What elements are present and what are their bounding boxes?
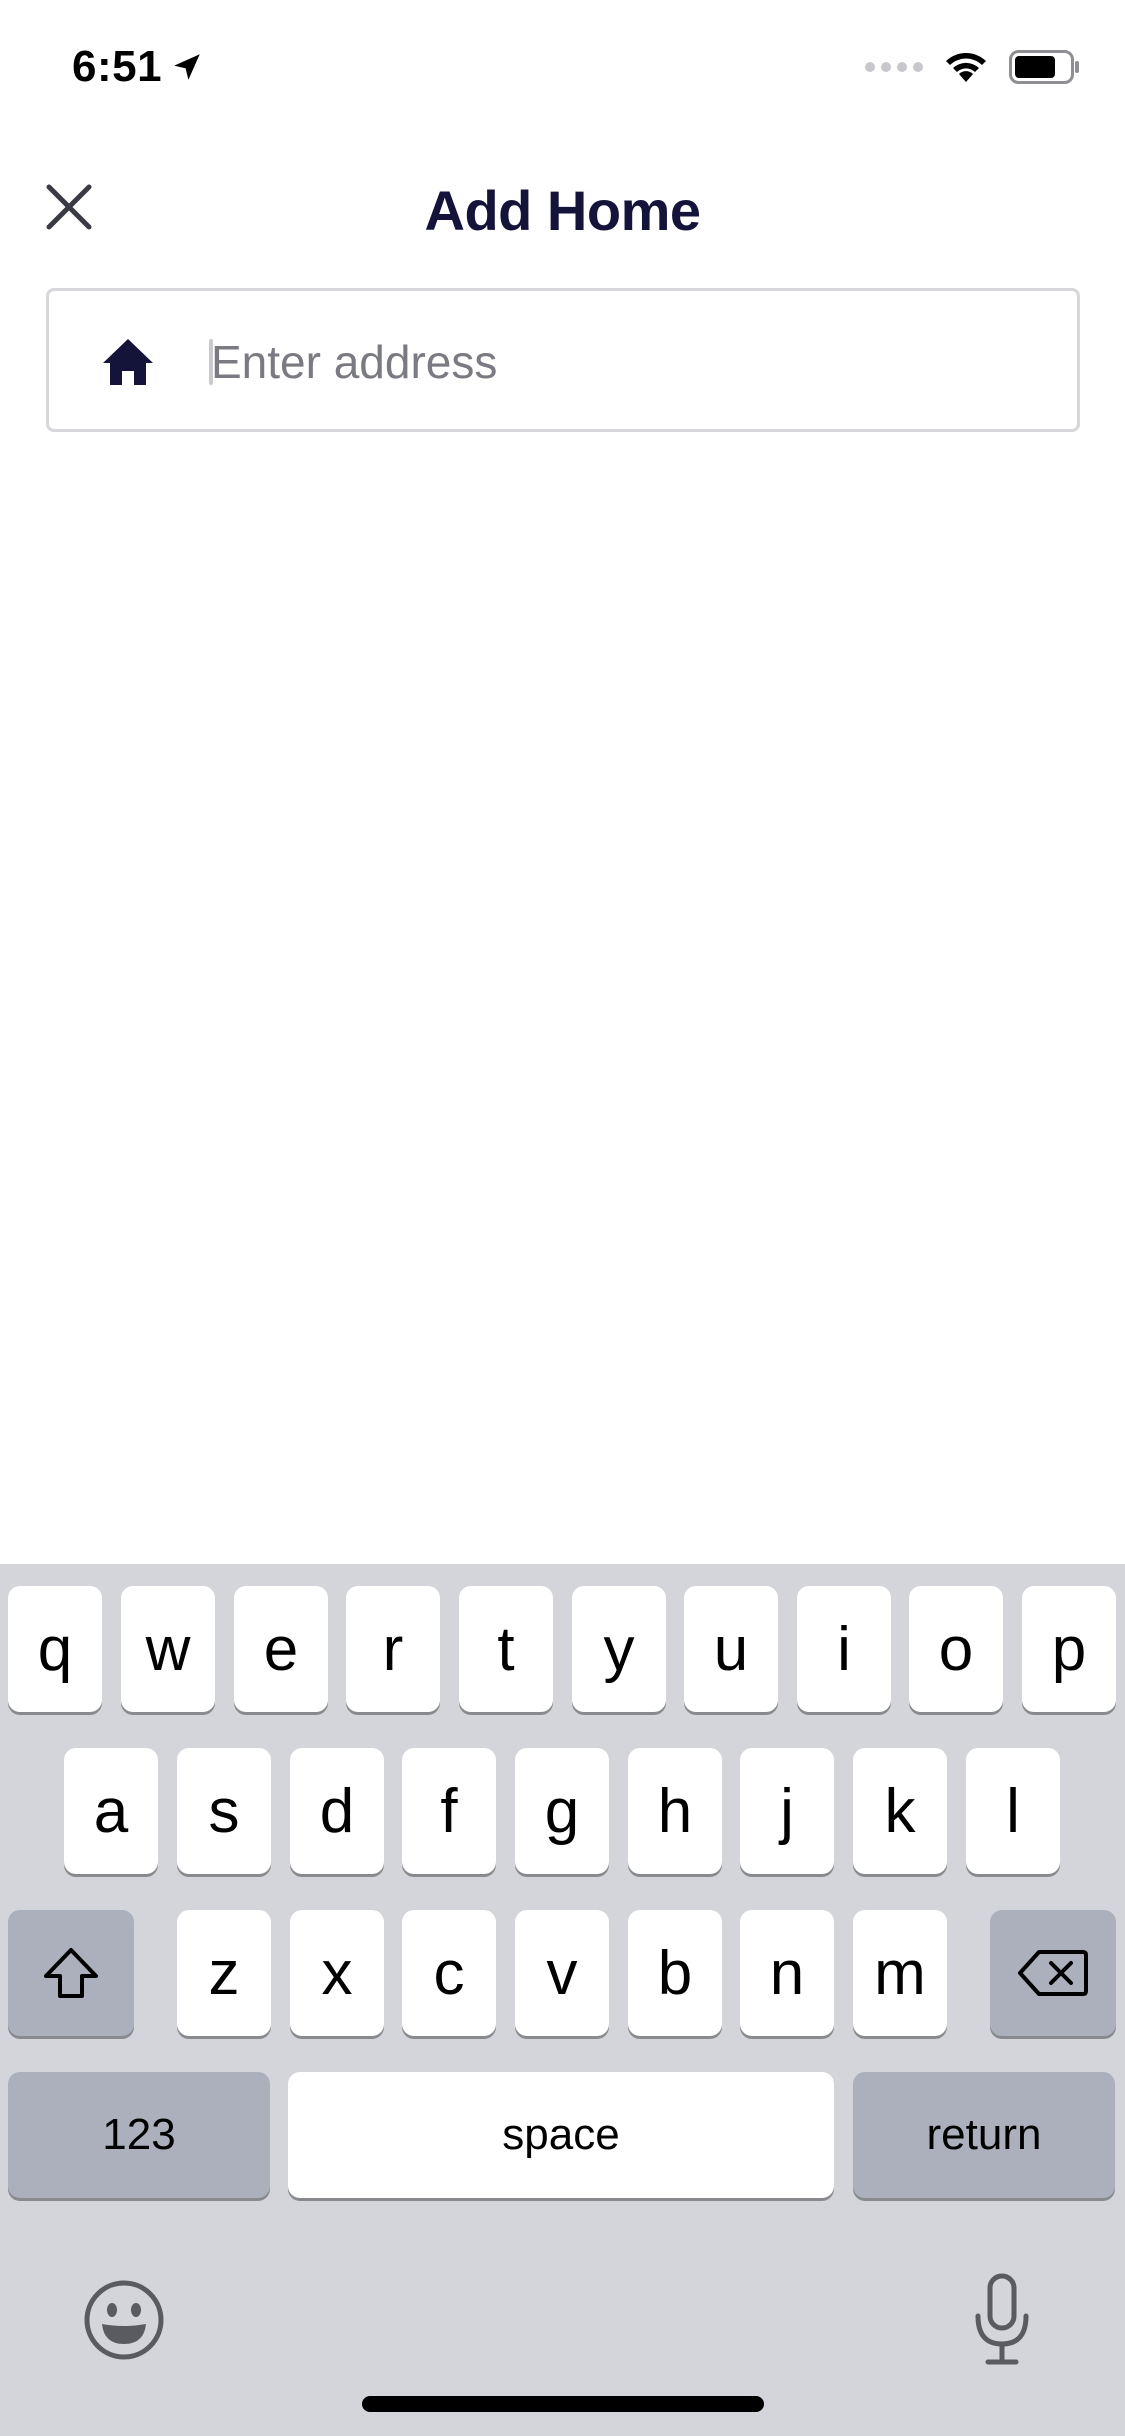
key-f[interactable]: f [402, 1748, 496, 1874]
space-key[interactable]: space [288, 2072, 834, 2198]
status-time: 6:51 [72, 42, 204, 92]
key-g[interactable]: g [515, 1748, 609, 1874]
key-d[interactable]: d [290, 1748, 384, 1874]
key-x[interactable]: x [290, 1910, 384, 2036]
key-r[interactable]: r [346, 1586, 440, 1712]
numbers-key[interactable]: 123 [8, 2072, 270, 2198]
key-q[interactable]: q [8, 1586, 102, 1712]
delete-key[interactable] [990, 1910, 1116, 2036]
return-key[interactable]: return [853, 2072, 1115, 2198]
key-y[interactable]: y [572, 1586, 666, 1712]
key-m[interactable]: m [853, 1910, 947, 2036]
key-n[interactable]: n [740, 1910, 834, 2036]
key-p[interactable]: p [1022, 1586, 1116, 1712]
key-o[interactable]: o [909, 1586, 1003, 1712]
shift-key[interactable] [8, 1910, 134, 2036]
page-title: Add Home [424, 179, 702, 242]
status-indicators [865, 50, 1081, 84]
key-h[interactable]: h [628, 1748, 722, 1874]
key-v[interactable]: v [515, 1910, 609, 2036]
cellular-signal-icon [865, 62, 923, 72]
microphone-icon [975, 2273, 1029, 2365]
key-b[interactable]: b [628, 1910, 722, 2036]
delete-icon [1018, 1950, 1088, 1996]
key-j[interactable]: j [740, 1748, 834, 1874]
dictation-button[interactable] [960, 2268, 1044, 2372]
key-s[interactable]: s [177, 1748, 271, 1874]
key-l[interactable]: l [966, 1748, 1060, 1874]
home-icon [103, 339, 153, 385]
wifi-icon [946, 53, 986, 82]
key-w[interactable]: w [121, 1586, 215, 1712]
address-input[interactable] [211, 321, 1031, 403]
home-indicator [362, 2396, 764, 2412]
emoji-icon [84, 2280, 164, 2360]
status-bar: 6:51 [0, 0, 1125, 132]
key-t[interactable]: t [459, 1586, 553, 1712]
location-arrow-icon [174, 54, 200, 80]
status-time-text: 6:51 [72, 42, 163, 91]
keyboard: q w e r t y u i o p a s d f g h j k l z … [0, 1564, 1125, 2436]
address-field[interactable] [46, 288, 1080, 432]
shift-icon [44, 1948, 98, 1998]
emoji-button[interactable] [80, 2276, 168, 2364]
key-z[interactable]: z [177, 1910, 271, 2036]
key-e[interactable]: e [234, 1586, 328, 1712]
key-c[interactable]: c [402, 1910, 496, 2036]
key-a[interactable]: a [64, 1748, 158, 1874]
key-i[interactable]: i [797, 1586, 891, 1712]
key-u[interactable]: u [684, 1586, 778, 1712]
key-k[interactable]: k [853, 1748, 947, 1874]
battery-icon [1009, 50, 1079, 84]
